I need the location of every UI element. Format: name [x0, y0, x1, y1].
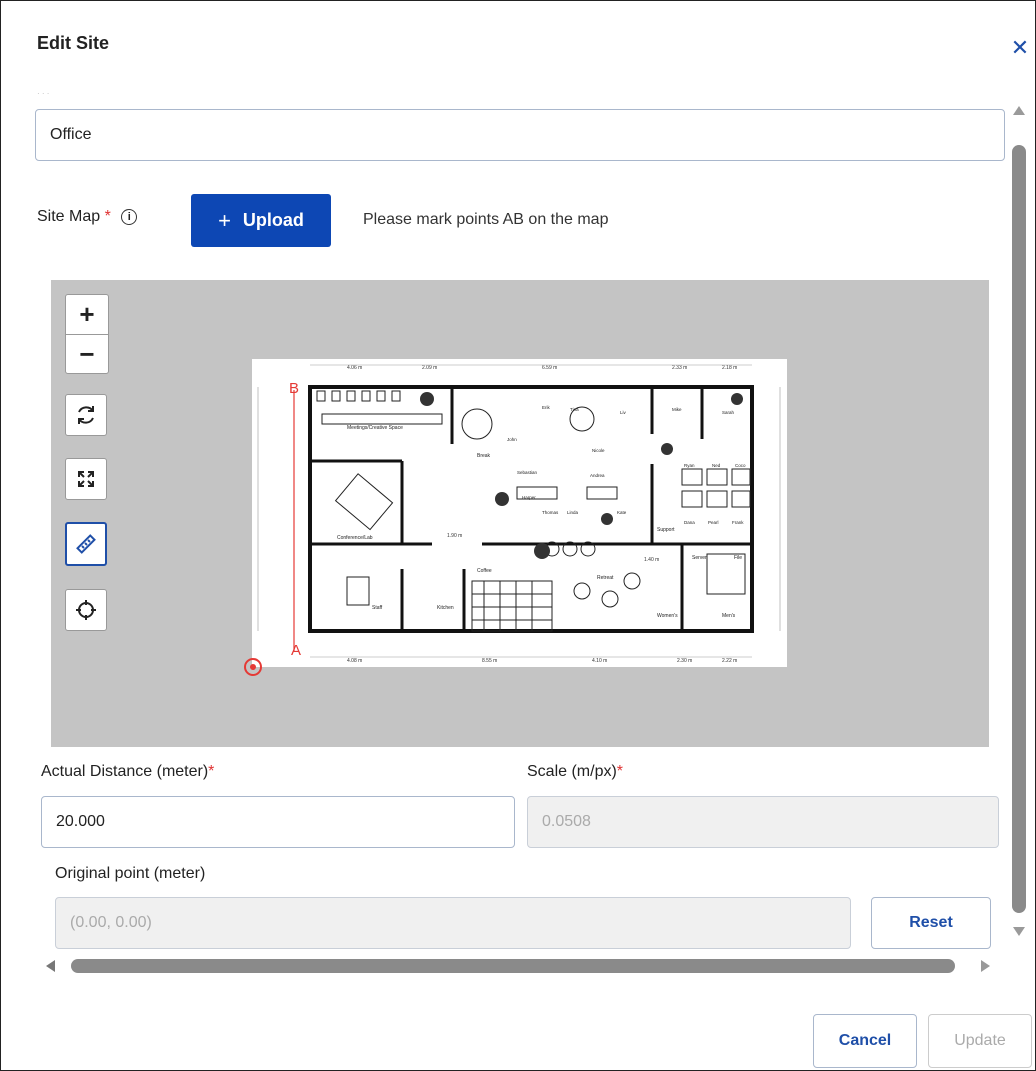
svg-text:2.22 m: 2.22 m	[722, 658, 737, 664]
plus-icon: +	[218, 207, 231, 233]
reset-button[interactable]: Reset	[871, 897, 991, 949]
ruler-button[interactable]	[65, 522, 107, 566]
svg-text:Kitchen: Kitchen	[437, 605, 454, 611]
upload-button[interactable]: + Upload	[191, 194, 331, 247]
edit-site-dialog: Edit Site ✕ · · · Office Site Map * i + …	[0, 0, 1036, 1071]
site-map-label-text: Site Map	[37, 208, 101, 225]
svg-text:Linda: Linda	[567, 510, 579, 515]
svg-text:Retreat: Retreat	[597, 575, 614, 581]
distance-input[interactable]: 20.000	[41, 796, 515, 848]
distance-label-text: Actual Distance (meter)	[41, 763, 209, 780]
svg-text:Andrea: Andrea	[590, 473, 605, 478]
svg-text:Break: Break	[477, 453, 491, 459]
svg-text:Mike: Mike	[672, 407, 682, 412]
scroll-up-icon[interactable]	[1013, 106, 1025, 115]
origin-label: Original point (meter)	[55, 865, 206, 882]
svg-text:8.55 m: 8.55 m	[482, 658, 497, 664]
fit-screen-button[interactable]	[65, 458, 107, 500]
site-name-value: Office	[50, 126, 92, 143]
svg-text:Staff: Staff	[372, 605, 383, 611]
svg-text:Ryan: Ryan	[684, 463, 695, 468]
horizontal-scroll-thumb[interactable]	[71, 959, 955, 973]
svg-text:Liv: Liv	[620, 410, 627, 415]
refresh-button[interactable]	[65, 394, 107, 436]
svg-text:Men's: Men's	[722, 613, 736, 619]
ruler-icon	[76, 534, 96, 554]
svg-text:Meetings/Creative Space: Meetings/Creative Space	[347, 425, 403, 431]
dialog-title: Edit Site	[37, 33, 110, 53]
site-name-label-faded: · · ·	[37, 89, 50, 98]
horizontal-scrollbar-graphic	[46, 959, 990, 973]
svg-text:4.08 m: 4.08 m	[347, 658, 362, 664]
svg-text:4.10 m: 4.10 m	[592, 658, 607, 664]
svg-text:Women's: Women's	[657, 613, 678, 619]
crosshair-icon	[76, 600, 96, 620]
cancel-button[interactable]: Cancel	[813, 1014, 917, 1068]
zoom-out-button[interactable]: −	[66, 335, 108, 374]
svg-text:Support: Support	[657, 527, 675, 533]
fit-screen-icon	[78, 471, 94, 487]
info-icon[interactable]: i	[121, 208, 138, 225]
svg-text:2.09 m: 2.09 m	[422, 365, 437, 371]
vertical-scrollbar[interactable]	[1009, 101, 1029, 941]
svg-text:Server: Server	[692, 555, 707, 561]
svg-text:2.18 m: 2.18 m	[722, 365, 737, 371]
floor-plan-drawing: Meetings/Creative Space Conference/Lab B…	[257, 364, 781, 664]
svg-text:Thomas: Thomas	[542, 510, 559, 515]
refresh-icon	[78, 406, 94, 424]
svg-text:4.06 m: 4.06 m	[347, 365, 362, 371]
map-hint: Please mark points AB on the map	[363, 211, 609, 228]
svg-text:6.59 m: 6.59 m	[542, 365, 557, 371]
svg-text:Coco: Coco	[735, 463, 746, 468]
svg-text:Harper: Harper	[522, 495, 536, 500]
upload-label: Upload	[242, 210, 304, 230]
svg-text:Sebastian: Sebastian	[517, 470, 538, 475]
svg-text:John: John	[507, 437, 517, 442]
svg-text:Pearl: Pearl	[708, 520, 719, 525]
vertical-scroll-thumb[interactable]	[1012, 145, 1026, 913]
scale-label-text: Scale (m/px)	[527, 763, 617, 780]
svg-text:Sarah: Sarah	[722, 410, 735, 415]
origin-placeholder: (0.00, 0.00)	[70, 914, 152, 931]
svg-text:2.30 m: 2.30 m	[677, 658, 692, 664]
svg-text:Ned: Ned	[712, 463, 721, 468]
svg-text:Frank: Frank	[732, 520, 744, 525]
svg-text:Tina: Tina	[570, 407, 579, 412]
origin-input: (0.00, 0.00)	[55, 897, 851, 949]
distance-value: 20.000	[56, 813, 105, 830]
site-map-label: Site Map * i	[37, 208, 138, 226]
svg-text:Coffee: Coffee	[477, 568, 492, 574]
map-canvas[interactable]: + − Meetings/Creative Space Conference/L…	[51, 280, 989, 747]
svg-text:1.40 m: 1.40 m	[644, 557, 659, 563]
svg-text:Nicole: Nicole	[592, 448, 605, 453]
update-button[interactable]: Update	[928, 1014, 1032, 1068]
horizontal-scrollbar[interactable]	[41, 955, 1001, 977]
floor-plan-image: Meetings/Creative Space Conference/Lab B…	[252, 359, 787, 667]
scroll-left-icon[interactable]	[46, 960, 55, 972]
scroll-down-icon[interactable]	[1013, 927, 1025, 936]
required-mark: *	[208, 763, 215, 780]
scale-label: Scale (m/px)*	[527, 763, 623, 781]
svg-text:1.90 m: 1.90 m	[447, 533, 462, 539]
required-mark: *	[616, 763, 624, 780]
scroll-right-icon[interactable]	[981, 960, 990, 972]
required-mark: *	[104, 208, 111, 225]
scale-value: 0.0508	[542, 813, 591, 830]
scale-input: 0.0508	[527, 796, 999, 848]
site-name-input[interactable]: Office	[35, 109, 1005, 161]
close-icon[interactable]: ✕	[1009, 37, 1031, 59]
crosshair-button[interactable]	[65, 589, 107, 631]
svg-text:File: File	[734, 555, 742, 561]
svg-text:Erik: Erik	[542, 405, 550, 410]
svg-text:Kate: Kate	[617, 510, 627, 515]
zoom-controls: + −	[65, 294, 109, 374]
svg-text:Conference/Lab: Conference/Lab	[337, 535, 373, 541]
svg-text:Dana: Dana	[684, 520, 695, 525]
distance-label: Actual Distance (meter)*	[41, 763, 214, 781]
zoom-in-button[interactable]: +	[66, 295, 108, 334]
svg-text:2.33 m: 2.33 m	[672, 365, 687, 371]
vertical-scrollbar-graphic	[1012, 106, 1026, 936]
